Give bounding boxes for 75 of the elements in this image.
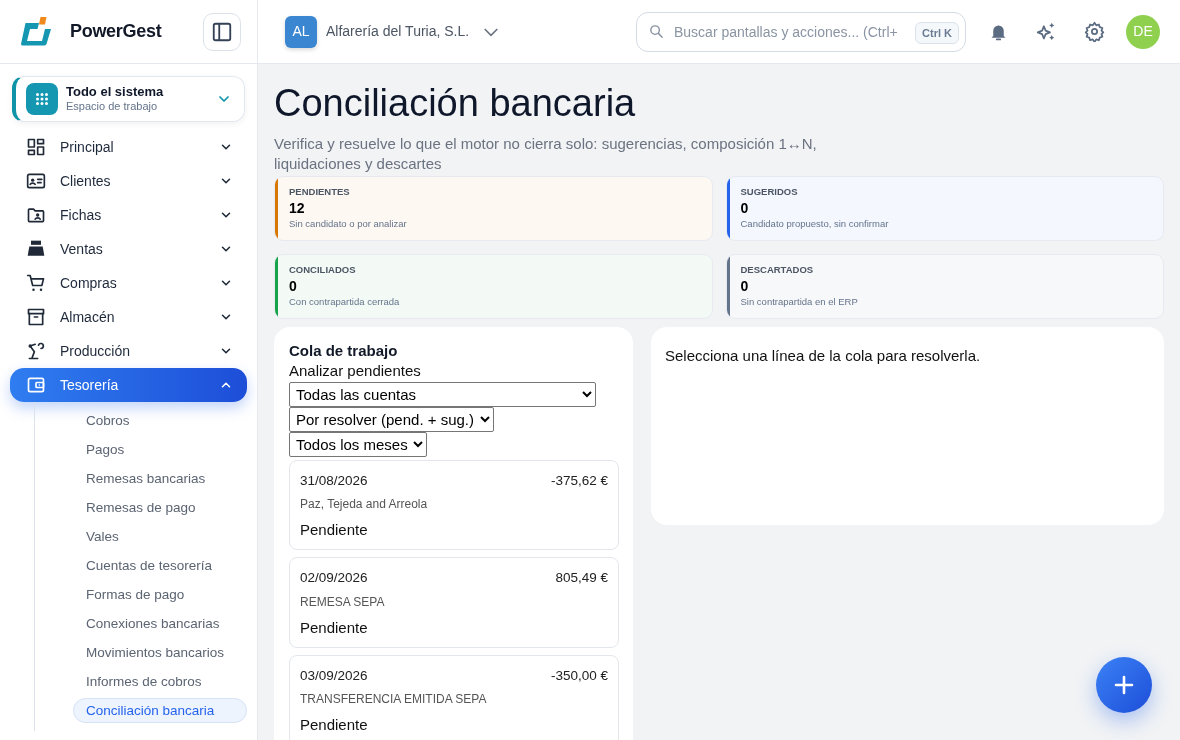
item-amount: 805,49 € xyxy=(555,569,608,588)
search-icon xyxy=(648,22,665,40)
stat-label: CONCILIADOS xyxy=(289,262,357,277)
archive-box-icon xyxy=(26,307,46,327)
panel-title: Cola de trabajo xyxy=(289,340,399,361)
settings-icon xyxy=(1083,21,1105,42)
folder-icon xyxy=(26,205,46,225)
company-selector[interactable]: AL Alfarería del Turia, S.L. xyxy=(285,15,502,48)
queue-item[interactable]: 31/08/2026 -375,62 € Paz, Tejeda and Arreola Pendiente xyxy=(289,459,619,551)
queue-item[interactable]: 03/09/2026 -350,00 € TRANSFERENCIA EMITIDA SEPA Pendiente xyxy=(289,655,619,740)
cart-icon xyxy=(26,273,46,293)
sidebar-item[interactable]: Ventas xyxy=(10,232,247,266)
submenu-item[interactable]: Conciliación bancaria xyxy=(73,698,247,723)
cash-register-icon xyxy=(26,239,46,259)
submenu-item[interactable]: Conexiones bancarias xyxy=(73,611,247,636)
stat-note: Sin contrapartida en el ERP xyxy=(740,294,858,309)
stat-value: 0 xyxy=(289,276,298,295)
submenu-item[interactable]: Vales xyxy=(73,524,247,549)
submenu-item[interactable]: Pagos xyxy=(73,437,247,462)
sidebar-item[interactable]: Almacén xyxy=(10,300,247,334)
stat-label: PENDIENTES xyxy=(289,184,351,199)
sidebar-item[interactable]: Compras xyxy=(10,266,247,300)
wallet-icon xyxy=(26,375,46,395)
sidebar-item[interactable]: Clientes xyxy=(10,164,247,198)
stat-value: 0 xyxy=(740,198,750,217)
item-status: Pendiente xyxy=(300,617,369,638)
submenu-item[interactable]: Movimientos bancarios xyxy=(73,640,247,665)
sidebar-item[interactable]: Tesorería xyxy=(10,368,247,402)
item-payee: TRANSFERENCIA EMITIDA SEPA xyxy=(300,691,488,709)
brand-name: PowerGest xyxy=(70,20,163,43)
sparkles-icon xyxy=(1035,21,1057,42)
stat-note: Con contrapartida cerrada xyxy=(289,294,400,309)
item-date: 31/08/2026 xyxy=(300,471,368,490)
stat-value: 12 xyxy=(289,198,306,217)
page-title: Conciliación bancaria xyxy=(274,82,637,126)
stat-value: 0 xyxy=(740,276,750,295)
item-amount: -350,00 € xyxy=(550,667,608,686)
stat-note: Sin candidato o por analizar xyxy=(289,216,407,231)
submenu-item[interactable]: Cobros xyxy=(73,408,247,433)
item-date: 03/09/2026 xyxy=(300,667,368,686)
filter-dropdown[interactable]: Por resolver (pend. + sug.) xyxy=(289,406,494,432)
item-payee: Paz, Tejeda and Arreola xyxy=(300,495,429,513)
add-button[interactable] xyxy=(1096,657,1152,713)
company-avatar: AL xyxy=(285,15,317,48)
sidebar-icon xyxy=(211,20,233,43)
stat-note: Candidato propuesto, sin confirmar xyxy=(740,216,889,231)
sidebar-item[interactable]: Principal xyxy=(10,130,247,164)
grid-icon xyxy=(26,137,46,157)
queue-item[interactable]: 02/09/2026 805,49 € REMESA SEPA Pendiente xyxy=(289,557,619,649)
page-description: Verifica y resuelve lo que el motor no cierra solo: sugerencias, composición 1↔N, liquidaciones y descartes xyxy=(274,133,818,174)
stat-label: DESCARTADOS xyxy=(740,262,815,277)
id-card-icon xyxy=(26,171,46,191)
filter-dropdown[interactable]: Todos los meses xyxy=(289,431,427,457)
stat-label: SUGERIDOS xyxy=(740,184,799,199)
sidebar-item[interactable]: Producción xyxy=(10,334,247,368)
item-status: Pendiente xyxy=(300,715,369,736)
sidebar-item[interactable]: Fichas xyxy=(10,198,247,232)
sidebar-toggle-button[interactable] xyxy=(203,12,241,51)
workspace-selector[interactable]: Todo el sistema Espacio de trabajo xyxy=(12,76,245,122)
analyze-button[interactable]: Analizar pendientes xyxy=(289,360,421,381)
plus-icon xyxy=(1114,675,1134,695)
submenu-item[interactable]: Cuentas de tesorería xyxy=(73,553,247,578)
apps-icon xyxy=(33,90,51,108)
item-status: Pendiente xyxy=(300,519,369,540)
item-amount: -375,62 € xyxy=(550,471,608,490)
filter-dropdown[interactable]: Todas las cuentas xyxy=(289,381,596,407)
submenu-item[interactable]: Formas de pago xyxy=(73,582,247,607)
item-date: 02/09/2026 xyxy=(300,569,368,588)
submenu-item[interactable]: Remesas de pago xyxy=(73,495,247,520)
submenu-item[interactable]: Informes de cobros xyxy=(73,669,247,694)
submenu-item[interactable]: Remesas bancarias xyxy=(73,466,247,491)
empty-message: Selecciona una línea de la cola para resolverla. xyxy=(665,345,982,366)
workspace-subtitle: Espacio de trabajo xyxy=(66,99,159,113)
workspace-title: Todo el sistema xyxy=(66,85,165,100)
item-payee: REMESA SEPA xyxy=(300,593,386,611)
